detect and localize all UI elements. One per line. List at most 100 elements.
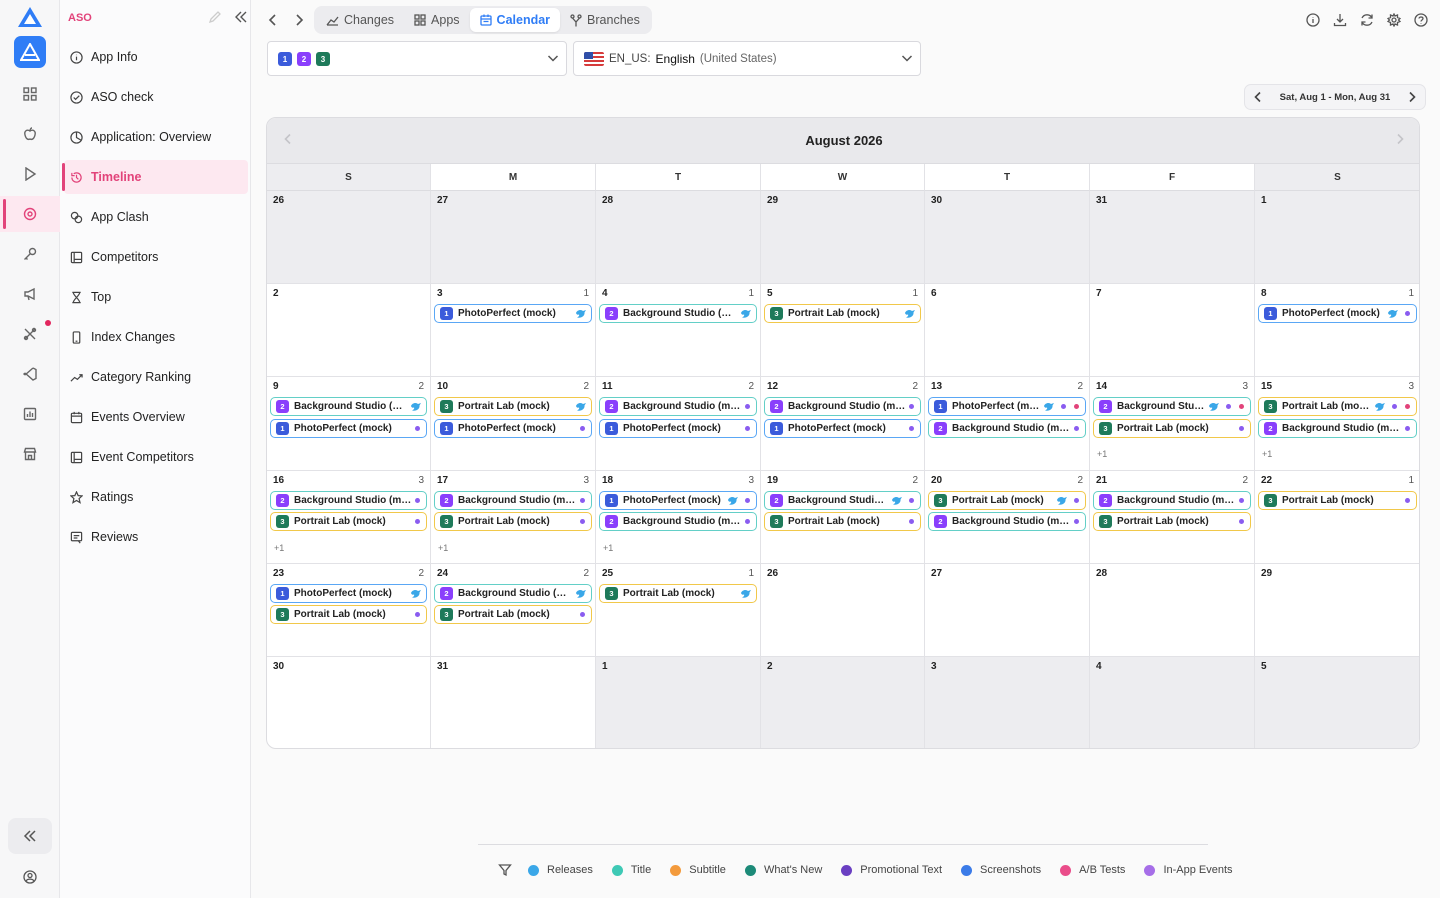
locale-select[interactable]: EN_US: English (United States) [573, 41, 921, 76]
more-events-link[interactable]: +1 [274, 543, 284, 553]
calendar-day-cell[interactable]: 2 [761, 657, 925, 748]
calendar-day-cell[interactable]: 25 1 3 Portrait Lab (mock) [596, 563, 761, 657]
calendar-day-cell[interactable]: 24 2 2 Background Studio (mock) 3 Portrait La… [431, 563, 596, 657]
refresh-icon[interactable] [1358, 11, 1376, 29]
calendar-event[interactable]: 2 Background Studio (mock) [764, 397, 921, 417]
settings-icon[interactable] [1385, 11, 1403, 29]
sidebar-item-application-overview[interactable]: Application: Overview [64, 120, 248, 154]
back-button[interactable] [263, 10, 283, 30]
calendar-day-cell[interactable]: 3 1 1 PhotoPerfect (mock) [431, 284, 596, 378]
sidebar-item-category-ranking[interactable]: Category Ranking [64, 360, 248, 394]
rail-report-icon[interactable] [0, 396, 60, 432]
calendar-day-cell[interactable]: 4 1 2 Background Studio (mock) [596, 284, 761, 378]
calendar-day-cell[interactable]: 13 2 1 PhotoPerfect (mock) 2 Background Studi… [925, 377, 1090, 471]
sidebar-item-events-overview[interactable]: Events Overview [64, 400, 248, 434]
calendar-day-cell[interactable]: 15 3 3 Portrait Lab (mock) 2 Background Studi… [1255, 377, 1419, 471]
next-range-button[interactable] [1405, 90, 1419, 104]
forward-button[interactable] [289, 10, 309, 30]
help-icon[interactable] [1412, 11, 1430, 29]
calendar-event[interactable]: 1 PhotoPerfect (mock) [764, 418, 921, 438]
calendar-day-cell[interactable]: 2 [267, 284, 431, 378]
calendar-event[interactable]: 3 Portrait Lab (mock) [1093, 512, 1251, 532]
sidebar-item-app-info[interactable]: App Info [64, 40, 248, 74]
calendar-event[interactable]: 2 Background Studio (mock) [928, 418, 1086, 438]
tab-branches[interactable]: Branches [560, 8, 650, 32]
calendar-day-cell[interactable]: 23 2 1 PhotoPerfect (mock) 3 Portrait Lab (mo… [267, 563, 431, 657]
calendar-event[interactable]: 2 Background Studio (mock) [1093, 397, 1251, 417]
tab-apps[interactable]: Apps [404, 8, 470, 32]
more-events-link[interactable]: +1 [1262, 449, 1272, 459]
calendar-day-cell[interactable]: 10 2 3 Portrait Lab (mock) 1 PhotoPerfect (mo… [431, 377, 596, 471]
legend-item[interactable]: Screenshots [961, 864, 1041, 876]
calendar-event[interactable]: 3 Portrait Lab (mock) [1258, 490, 1417, 510]
calendar-event[interactable]: 2 Background Studio (mock) [599, 512, 757, 532]
legend-item[interactable]: Subtitle [670, 864, 726, 876]
legend-item[interactable]: Title [611, 864, 651, 876]
calendar-day-cell[interactable]: 5 [1255, 657, 1419, 748]
rail-store-icon[interactable] [0, 436, 60, 472]
calendar-event[interactable]: 2 Background Studio (mock) [1258, 418, 1417, 438]
calendar-day-cell[interactable]: 8 1 1 PhotoPerfect (mock) [1255, 284, 1419, 378]
calendar-event[interactable]: 1 PhotoPerfect (mock) [1258, 304, 1417, 324]
calendar-event[interactable]: 1 PhotoPerfect (mock) [434, 418, 592, 438]
calendar-event[interactable]: 1 PhotoPerfect (mock) [928, 397, 1086, 417]
calendar-event[interactable]: 3 Portrait Lab (mock) [434, 397, 592, 417]
filter-icon[interactable] [498, 863, 512, 877]
rail-dashboard-icon[interactable] [0, 76, 60, 112]
calendar-event[interactable]: 1 PhotoPerfect (mock) [599, 418, 757, 438]
calendar-event[interactable]: 3 Portrait Lab (mock) [599, 583, 757, 603]
sidebar-item-app-clash[interactable]: App Clash [64, 200, 248, 234]
rail-play-icon[interactable] [0, 156, 60, 192]
calendar-event[interactable]: 3 Portrait Lab (mock) [1258, 397, 1417, 417]
calendar-day-cell[interactable]: 5 1 3 Portrait Lab (mock) [761, 284, 925, 378]
calendar-event[interactable]: 2 Background Studio (mock) [1093, 490, 1251, 510]
legend-item[interactable]: In-App Events [1144, 864, 1233, 876]
calendar-day-cell[interactable]: 31 [431, 657, 596, 748]
calendar-event[interactable]: 1 PhotoPerfect (mock) [270, 583, 427, 603]
calendar-event[interactable]: 2 Background Studio (mock) [599, 304, 757, 324]
calendar-event[interactable]: 3 Portrait Lab (mock) [764, 304, 921, 324]
more-events-link[interactable]: +1 [603, 543, 613, 553]
calendar-day-cell[interactable]: 29 [761, 191, 925, 285]
calendar-day-cell[interactable]: 1 [1255, 191, 1419, 285]
calendar-day-cell[interactable]: 11 2 2 Background Studio (mock) 1 PhotoPerfec… [596, 377, 761, 471]
calendar-day-cell[interactable]: 1 [596, 657, 761, 748]
calendar-day-cell[interactable]: 28 [596, 191, 761, 285]
sidebar-item-index-changes[interactable]: Index Changes [64, 320, 248, 354]
calendar-event[interactable]: 2 Background Studio (mock) [928, 512, 1086, 532]
sidebar-item-ratings[interactable]: Ratings [64, 480, 248, 514]
more-events-link[interactable]: +1 [438, 543, 448, 553]
calendar-day-cell[interactable]: 3 [925, 657, 1090, 748]
calendar-day-cell[interactable]: 27 [431, 191, 596, 285]
legend-item[interactable]: A/B Tests [1060, 864, 1125, 876]
rail-tools-icon[interactable] [0, 316, 60, 352]
tab-changes[interactable]: Changes [316, 8, 404, 32]
legend-item[interactable]: Promotional Text [841, 864, 942, 876]
sidebar-item-aso-check[interactable]: ASO check [64, 80, 248, 114]
calendar-day-cell[interactable]: 16 3 2 Background Studio (mock) 3 Portrait La… [267, 470, 431, 564]
more-events-link[interactable]: +1 [1097, 449, 1107, 459]
calendar-event[interactable]: 3 Portrait Lab (mock) [928, 490, 1086, 510]
calendar-event[interactable]: 2 Background Studio (mock) [270, 490, 427, 510]
calendar-day-cell[interactable]: 26 [267, 191, 431, 285]
version-select[interactable]: 1 2 3 [267, 41, 567, 76]
sidebar-item-top[interactable]: Top [64, 280, 248, 314]
calendar-day-cell[interactable]: 12 2 2 Background Studio (mock) 1 PhotoPerfec… [761, 377, 925, 471]
calendar-day-cell[interactable]: 6 [925, 284, 1090, 378]
calendar-event[interactable]: 1 PhotoPerfect (mock) [599, 490, 757, 510]
calendar-day-cell[interactable]: 22 1 3 Portrait Lab (mock) [1255, 471, 1419, 564]
calendar-day-cell[interactable]: 28 [1090, 563, 1255, 657]
sidebar-item-timeline[interactable]: Timeline [62, 160, 248, 194]
date-range-label[interactable]: Sat, Aug 1 - Mon, Aug 31 [1280, 92, 1391, 103]
sidebar-item-competitors[interactable]: Competitors [64, 240, 248, 274]
calendar-day-cell[interactable]: 30 [267, 657, 431, 748]
calendar-day-cell[interactable]: 21 2 2 Background Studio (mock) 3 Portrait La… [1090, 470, 1255, 564]
calendar-day-cell[interactable]: 27 [925, 563, 1090, 657]
calendar-event[interactable]: 3 Portrait Lab (mock) [270, 605, 427, 625]
calendar-day-cell[interactable]: 7 [1090, 284, 1255, 378]
brand-logo-icon[interactable] [17, 6, 43, 28]
calendar-event[interactable]: 2 Background Studio (mock) [434, 490, 592, 510]
legend-item[interactable]: What's New [744, 864, 822, 876]
rail-megaphone-icon[interactable] [0, 276, 60, 312]
calendar-event[interactable]: 3 Portrait Lab (mock) [270, 512, 427, 532]
